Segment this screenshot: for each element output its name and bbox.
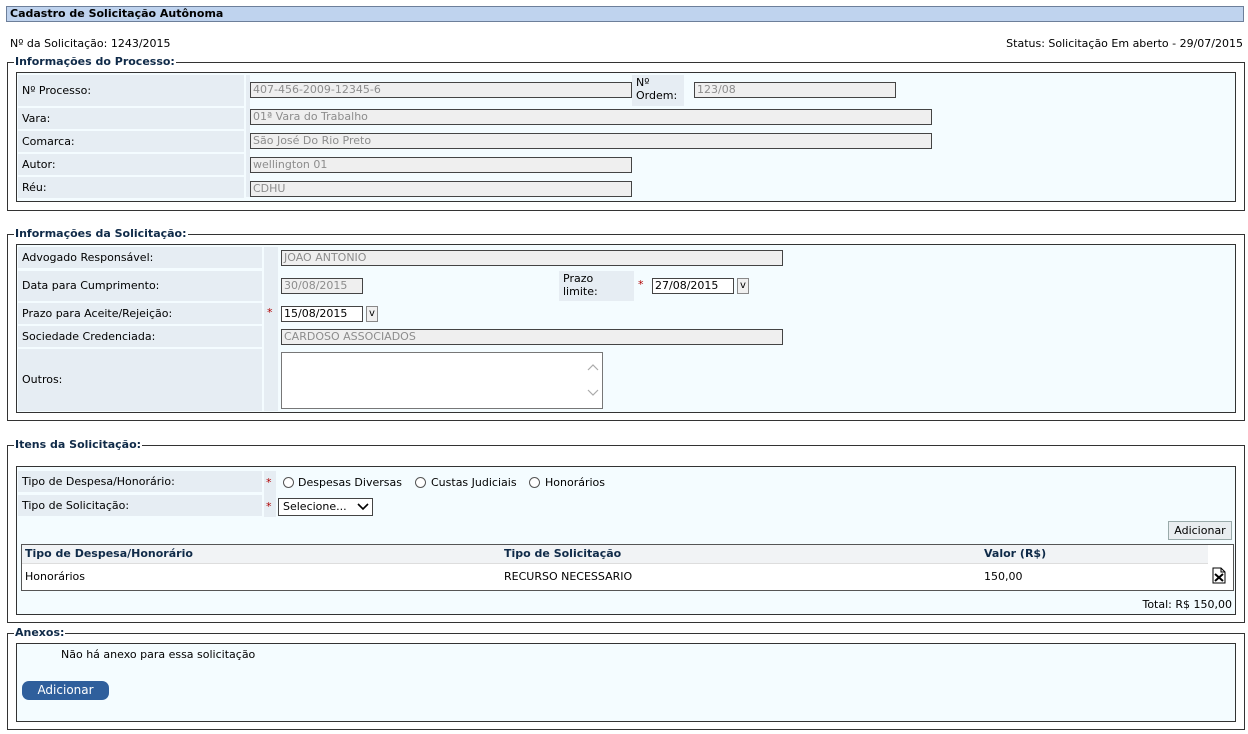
radio-despesas-diversas[interactable] — [283, 477, 294, 488]
table-row: Honorários RECURSO NECESSARIO 150,00 — [22, 563, 1233, 590]
comarca-label: Comarca: — [18, 131, 244, 152]
column-header-expense-type: Tipo de Despesa/Honorário — [25, 547, 193, 560]
order-label: Nº Ordem: — [632, 75, 684, 106]
request-info-panel: Advogado Responsável: JOAO ANTONIO Data … — [16, 244, 1236, 413]
due-date-field[interactable]: 30/08/2015 — [281, 278, 363, 294]
society-field[interactable]: CARDOSO ASSOCIADOS — [281, 329, 783, 345]
column-header-value: Valor (R$) — [984, 547, 1047, 560]
autor-field[interactable]: wellington 01 — [250, 157, 632, 173]
required-mark: * — [267, 306, 273, 319]
expense-type-label: Tipo de Despesa/Honorário: — [18, 471, 262, 492]
chevron-down-icon — [357, 503, 369, 511]
reu-label: Réu: — [18, 177, 244, 198]
society-label: Sociedade Credenciada: — [18, 326, 262, 347]
deadline-calendar-button[interactable]: v — [737, 278, 749, 294]
request-type-selected: Selecione... — [283, 500, 347, 513]
order-label-line2: Ordem: — [636, 89, 678, 102]
radio-honorarios[interactable] — [529, 477, 540, 488]
attachments-panel: Não há anexo para essa solicitação Adici… — [16, 643, 1236, 722]
request-number: Nº da Solicitação: 1243/2015 — [10, 37, 171, 50]
scroll-arrows-icon — [587, 364, 599, 396]
accept-deadline-calendar-button[interactable]: v — [366, 306, 378, 322]
request-type-label: Tipo de Solicitação: — [18, 495, 262, 516]
items-table-header: Tipo de Despesa/Honorário Tipo de Solici… — [22, 545, 1208, 564]
request-info-legend: Informações da Solicitação: — [15, 227, 187, 240]
items-legend: Itens da Solicitação: — [15, 438, 142, 451]
process-info-legend: Informações do Processo: — [15, 55, 175, 68]
due-date-label: Data para Cumprimento: — [18, 271, 262, 301]
textarea-scrollbar[interactable] — [584, 353, 602, 408]
required-mark: * — [638, 278, 644, 291]
reu-field[interactable]: CDHU — [250, 181, 632, 197]
order-number-field[interactable]: 123/08 — [694, 82, 896, 98]
autor-label: Autor: — [18, 154, 244, 175]
required-mark: * — [266, 476, 272, 489]
add-attachment-button[interactable]: Adicionar — [22, 681, 109, 700]
row-expense-type: Honorários — [25, 570, 86, 583]
row-value: 150,00 — [984, 570, 1023, 583]
radio-label-honorarios: Honorários — [545, 476, 606, 489]
radio-label-custas-judiciais: Custas Judiciais — [431, 476, 517, 489]
attachments-empty-message: Não há anexo para essa solicitação — [61, 648, 256, 661]
column-header-request-type: Tipo de Solicitação — [504, 547, 622, 560]
order-label-line1: Nº — [636, 76, 650, 89]
row-request-type: RECURSO NECESSARIO — [504, 570, 633, 583]
attachments-legend: Anexos: — [15, 626, 65, 639]
process-info-panel: Nº Processo: 407-456-2009-12345-6 Nº Ord… — [16, 72, 1236, 202]
vara-field[interactable]: 01ª Vara do Trabalho — [250, 109, 932, 125]
accept-deadline-label: Prazo para Aceite/Rejeição: — [18, 303, 262, 324]
others-label: Outros: — [18, 349, 262, 411]
lawyer-label: Advogado Responsável: — [18, 247, 262, 268]
page-title: Cadastro de Solicitação Autônoma — [6, 6, 1244, 22]
radio-label-despesas-diversas: Despesas Diversas — [298, 476, 402, 489]
others-textarea[interactable] — [281, 352, 603, 409]
deadline-field[interactable]: 27/08/2015 — [652, 278, 734, 294]
accept-deadline-field[interactable]: 15/08/2015 — [281, 306, 363, 322]
process-number-label: Nº Processo: — [18, 75, 244, 106]
request-type-select[interactable]: Selecione... — [278, 498, 373, 516]
add-item-button[interactable]: Adicionar — [1168, 521, 1232, 540]
deadline-label-line1: Prazo — [563, 272, 594, 285]
comarca-field[interactable]: São José Do Rio Preto — [250, 133, 932, 149]
delete-file-icon[interactable] — [1212, 567, 1226, 584]
items-panel: Tipo de Despesa/Honorário: * Despesas Di… — [16, 466, 1236, 615]
process-number-field[interactable]: 407-456-2009-12345-6 — [250, 82, 632, 98]
lawyer-field[interactable]: JOAO ANTONIO — [281, 250, 783, 266]
label-gutter — [264, 247, 278, 411]
status-text: Status: Solicitação Em aberto - 29/07/20… — [1006, 37, 1243, 50]
items-total: Total: R$ 150,00 — [1142, 598, 1232, 611]
deadline-label: Prazo limite: — [559, 271, 634, 301]
vara-label: Vara: — [18, 108, 244, 129]
items-table: Tipo de Despesa/Honorário Tipo de Solici… — [21, 544, 1234, 591]
deadline-label-line2: limite: — [563, 285, 598, 298]
radio-custas-judiciais[interactable] — [415, 477, 426, 488]
required-mark: * — [266, 500, 272, 513]
